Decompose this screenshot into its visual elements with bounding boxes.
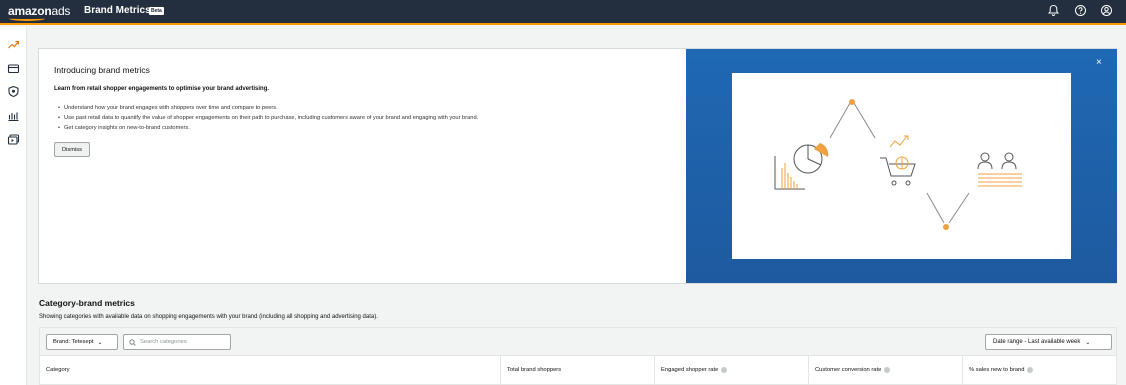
chevron-down-icon: ⌄ [97,339,103,346]
logo-sub-text: ads [51,4,71,18]
category-brand-table: Brand: Tetesept ⌄ Date range - Last avai… [39,327,1117,385]
column-header-sales-new-to-brand[interactable]: % sales new to brand [969,367,1034,373]
column-label: Customer conversion rate [815,367,882,373]
account-icon[interactable] [1100,4,1113,17]
column-divider [500,356,501,384]
banner-subtitle: Learn from retail shopper engagements to… [54,86,270,92]
brand-dropdown-label: Brand: Tetesept [53,339,94,345]
info-icon[interactable] [721,367,728,373]
banner-title: Introducing brand metrics [54,65,150,75]
help-icon[interactable] [1074,4,1087,17]
logo-smile-icon [9,16,45,21]
column-divider [808,356,809,384]
search-input[interactable] [140,339,230,345]
app-title: Brand Metrics [84,5,151,16]
bell-icon[interactable] [1047,4,1060,17]
date-range-dropdown[interactable]: Date range - Last available week ⌄ [985,334,1112,350]
column-label: Category [46,367,70,373]
intro-banner: Introducing brand metrics Learn from ret… [38,48,1117,284]
column-header-customer-conversion-rate[interactable]: Customer conversion rate [815,367,891,373]
search-box[interactable] [123,334,231,350]
info-icon[interactable] [1027,367,1034,373]
column-header-engaged-shopper-rate[interactable]: Engaged shopper rate [661,367,728,373]
date-range-label: Date range - Last available week [993,339,1081,345]
list-item: Understand how your brand engages with s… [58,103,478,113]
list-item: Use past retail data to quantify the val… [58,113,478,123]
hero-illustration [732,73,1071,259]
sidebar [0,27,27,385]
hero-illustration-panel: × [686,49,1117,283]
section-description: Showing categories with available data o… [39,314,378,320]
column-label: % sales new to brand [969,367,1025,373]
dismiss-button[interactable]: Dismiss [54,142,90,157]
close-icon[interactable]: × [1096,57,1102,68]
chevron-down-icon: ⌄ [1085,339,1091,346]
media-icon[interactable] [7,133,20,146]
table-header: Category Total brand shoppers Engaged sh… [40,356,1116,384]
search-icon [129,338,136,346]
banner-bullets: Understand how your brand engages with s… [58,103,478,133]
info-icon[interactable] [884,367,891,373]
beta-badge: Beta [149,7,164,15]
bar-chart-icon[interactable] [7,109,20,122]
journey-illustration [774,99,1022,230]
table-toolbar: Brand: Tetesept ⌄ Date range - Last avai… [40,328,1116,356]
column-header-total-brand-shoppers[interactable]: Total brand shoppers [507,367,561,373]
section-title: Category-brand metrics [39,298,135,308]
shield-icon[interactable] [7,85,20,98]
list-item: Get category insights on new-to-brand cu… [58,123,478,133]
billing-icon[interactable] [7,62,20,75]
column-label: Total brand shoppers [507,367,562,373]
column-header-category[interactable]: Category [46,367,70,373]
top-nav-bar: amazonads Brand Metrics Beta [0,0,1126,25]
column-divider [654,356,655,384]
trend-icon[interactable] [7,38,20,51]
brand-dropdown[interactable]: Brand: Tetesept ⌄ [46,334,118,350]
column-divider [962,356,963,384]
column-label: Engaged shopper rate [661,367,719,373]
